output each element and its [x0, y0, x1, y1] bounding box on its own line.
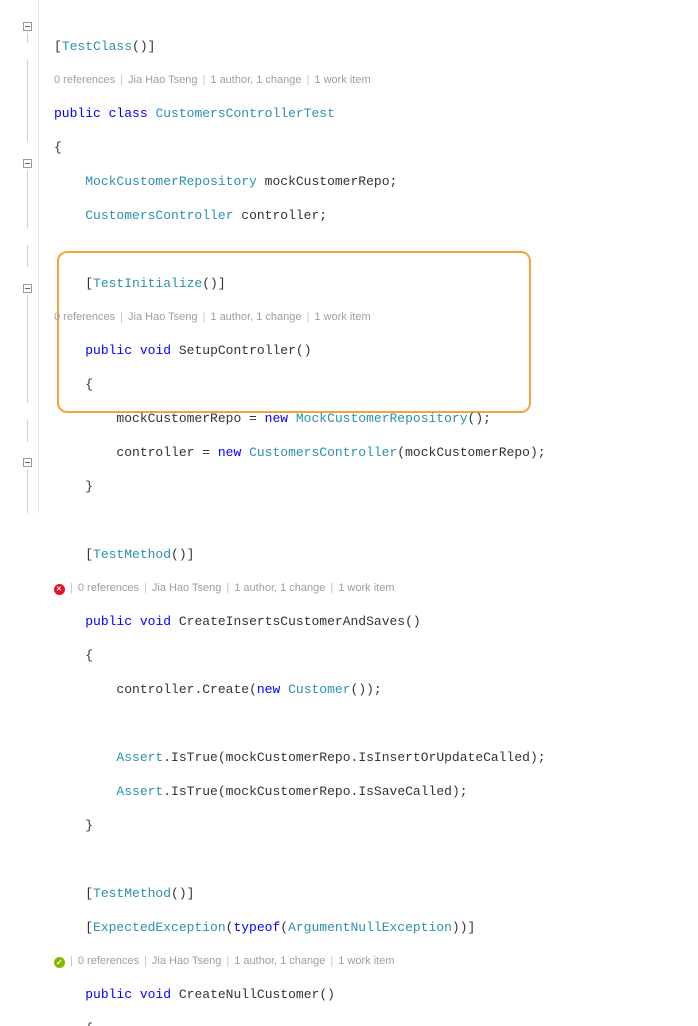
codelens-row: 0 references|Jia Hao Tseng|1 author, 1 c…: [38, 309, 698, 325]
test-status-pass-icon[interactable]: [54, 957, 65, 968]
method-create: CreateInsertsCustomerAndSaves: [179, 614, 405, 629]
codelens-author[interactable]: Jia Hao Tseng: [152, 953, 222, 970]
codelens-row: |0 references|Jia Hao Tseng|1 author, 1 …: [38, 953, 698, 969]
outline-toggle[interactable]: [23, 284, 32, 293]
codelens-refs[interactable]: 0 references: [78, 953, 139, 970]
codelens-work[interactable]: 1 work item: [338, 580, 394, 597]
code-area[interactable]: [TestClass()] 0 references|Jia Hao Tseng…: [38, 4, 698, 1026]
attr-testinitialize: TestInitialize: [93, 276, 202, 291]
test-status-fail-icon[interactable]: [54, 584, 65, 595]
outline-toggle[interactable]: [23, 458, 32, 467]
codelens-author[interactable]: Jia Hao Tseng: [128, 309, 198, 326]
codelens-work[interactable]: 1 work item: [314, 309, 370, 326]
codelens-changes[interactable]: 1 author, 1 change: [234, 580, 325, 597]
codelens-author[interactable]: Jia Hao Tseng: [152, 580, 222, 597]
class-name: CustomersControllerTest: [155, 106, 334, 121]
codelens-changes[interactable]: 1 author, 1 change: [210, 309, 301, 326]
codelens-work[interactable]: 1 work item: [338, 953, 394, 970]
codelens-work[interactable]: 1 work item: [314, 72, 370, 89]
codelens-refs[interactable]: 0 references: [78, 580, 139, 597]
codelens-row: |0 references|Jia Hao Tseng|1 author, 1 …: [38, 580, 698, 596]
codelens-changes[interactable]: 1 author, 1 change: [210, 72, 301, 89]
attr-testclass: TestClass: [62, 39, 132, 54]
outline-toggle[interactable]: [23, 159, 32, 168]
attr-expectedexception: ExpectedException: [93, 920, 226, 935]
gutter: [0, 0, 39, 513]
codelens-row: 0 references|Jia Hao Tseng|1 author, 1 c…: [38, 72, 698, 88]
codelens-author[interactable]: Jia Hao Tseng: [128, 72, 198, 89]
codelens-refs[interactable]: 0 references: [54, 72, 115, 89]
codelens-changes[interactable]: 1 author, 1 change: [234, 953, 325, 970]
attr-testmethod: TestMethod: [93, 547, 171, 562]
method-setup: SetupController: [179, 343, 296, 358]
outline-toggle[interactable]: [23, 22, 32, 31]
attr-testmethod: TestMethod: [93, 886, 171, 901]
method-nulltest: CreateNullCustomer: [179, 987, 319, 1002]
codelens-refs[interactable]: 0 references: [54, 309, 115, 326]
